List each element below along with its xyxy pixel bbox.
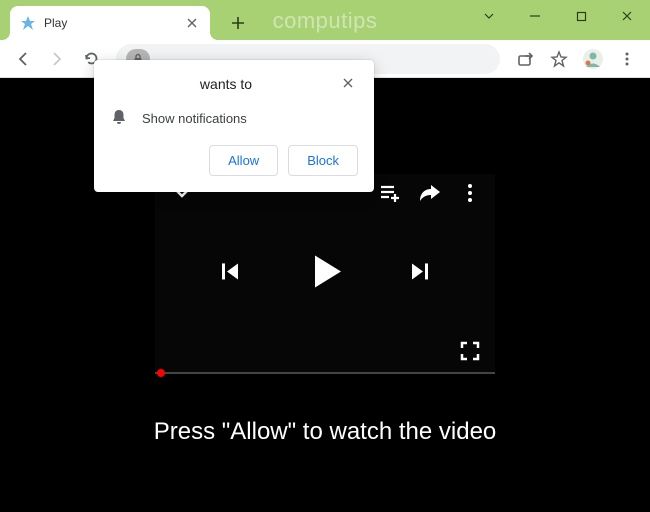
profile-button[interactable] (578, 44, 608, 74)
progress-bar[interactable] (155, 372, 495, 374)
window-controls (466, 0, 650, 40)
next-button[interactable] (409, 260, 431, 282)
title-bar: computips Play (0, 0, 650, 40)
minimize-button[interactable] (512, 0, 558, 32)
player-bottom-bar (459, 340, 481, 362)
menu-button[interactable] (612, 44, 642, 74)
watermark-text: computips (273, 8, 378, 34)
queue-icon[interactable] (379, 182, 401, 204)
tab-title: Play (44, 16, 176, 30)
new-tab-button[interactable] (224, 9, 252, 37)
block-button[interactable]: Block (288, 145, 358, 176)
play-button[interactable] (315, 255, 341, 287)
more-icon[interactable] (459, 182, 481, 204)
back-button[interactable] (8, 44, 38, 74)
fullscreen-icon[interactable] (459, 340, 481, 362)
share-icon[interactable] (419, 182, 441, 204)
permission-close-button[interactable] (342, 76, 358, 92)
permission-body: Show notifications (110, 104, 358, 145)
player-controls (155, 255, 495, 287)
share-button[interactable] (510, 44, 540, 74)
forward-button (42, 44, 72, 74)
tab-favicon (20, 15, 36, 31)
maximize-button[interactable] (558, 0, 604, 32)
close-window-button[interactable] (604, 0, 650, 32)
instruction-text: Press "Allow" to watch the video (154, 418, 497, 446)
progress-handle[interactable] (157, 369, 165, 377)
permission-actions: Allow Block (110, 145, 358, 176)
previous-button[interactable] (219, 260, 241, 282)
browser-tab[interactable]: Play (10, 6, 210, 40)
window-dropdown-button[interactable] (466, 0, 512, 32)
permission-title: wants to (110, 76, 342, 104)
bookmark-button[interactable] (544, 44, 574, 74)
permission-body-text: Show notifications (142, 111, 247, 126)
permission-dialog: wants to Show notifications Allow Block (94, 60, 374, 192)
bell-icon (110, 108, 128, 129)
tab-close-button[interactable] (184, 15, 200, 31)
allow-button[interactable]: Allow (209, 145, 278, 176)
browser-window: computips Play (0, 0, 650, 512)
video-player (155, 174, 495, 374)
